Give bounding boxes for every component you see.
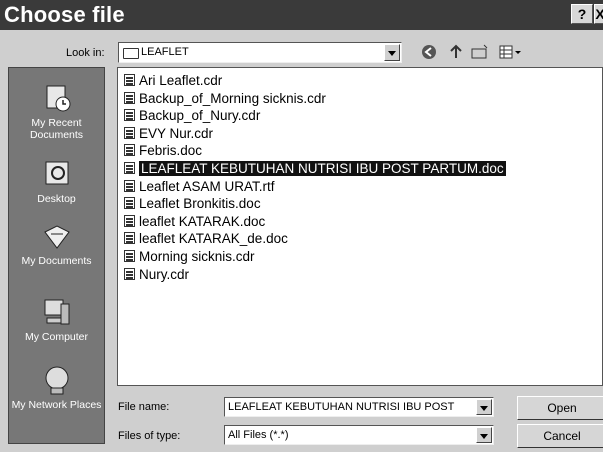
file-name-text: Febris.doc: [139, 143, 203, 159]
file-icon: [124, 91, 135, 104]
title-bar: Choose file ? X: [0, 0, 603, 30]
dialog-title: Choose file: [4, 2, 125, 27]
file-list-item[interactable]: LEAFLEAT KEBUTUHAN NUTRISI IBU POST PART…: [124, 160, 506, 177]
file-name-text: LEAFLEAT KEBUTUHAN NUTRISI IBU POST PART…: [139, 161, 506, 176]
close-button[interactable]: X: [594, 4, 603, 24]
file-list-item[interactable]: Leaflet Bronkitis.doc: [124, 195, 261, 212]
file-list-item[interactable]: leaflet KATARAK_de.doc: [124, 230, 288, 247]
file-type-dropdown-button[interactable]: [476, 427, 492, 443]
look-in-dropdown-button[interactable]: [384, 44, 400, 61]
file-list-item[interactable]: Morning sicknis.cdr: [124, 248, 255, 265]
file-list-item[interactable]: Nury.cdr: [124, 266, 189, 283]
file-list-item[interactable]: Leaflet ASAM URAT.rtf: [124, 178, 275, 195]
file-icon: [124, 267, 135, 280]
file-icon: [124, 250, 135, 262]
file-type-dropdown[interactable]: All Files (*.*): [224, 425, 494, 445]
desktop-icon: [41, 158, 73, 190]
network-places-icon: [41, 364, 73, 396]
file-icon: [124, 109, 135, 122]
file-name-text: Backup_of_Nury.cdr: [139, 108, 261, 124]
file-list-item[interactable]: Backup_of_Morning sicknis.cdr: [124, 90, 326, 107]
file-icon: [124, 197, 135, 210]
file-type-value: All Files (*.*): [228, 429, 289, 441]
file-name-dropdown-button[interactable]: [476, 399, 492, 415]
file-name-text: Ari Leaflet.cdr: [139, 73, 223, 88]
look-in-value: LEAFLET: [141, 46, 189, 58]
file-name-text: Nury.cdr: [139, 266, 190, 282]
file-name-text: Backup_of_Morning sicknis.cdr: [139, 90, 326, 106]
folder-icon: [123, 48, 139, 59]
file-list-item[interactable]: Ari Leaflet.cdr: [124, 72, 222, 89]
file-icon: [124, 232, 135, 245]
file-list-item[interactable]: Backup_of_Nury.cdr: [124, 107, 260, 124]
place-my-computer[interactable]: My Computer: [9, 296, 104, 343]
file-icon: [124, 179, 135, 192]
file-name-value: LEAFLEAT KEBUTUHAN NUTRISI IBU POST: [228, 401, 455, 413]
view-menu-icon[interactable]: [498, 43, 524, 61]
place-my-documents[interactable]: My Documents: [9, 220, 104, 267]
file-name-text: Morning sicknis.cdr: [139, 249, 255, 264]
cancel-button[interactable]: Cancel: [517, 424, 603, 448]
my-documents-icon: [41, 220, 73, 252]
file-icon: [124, 214, 135, 227]
file-list[interactable]: Ari Leaflet.cdr Backup_of_Morning sicknis…: [117, 67, 603, 386]
look-in-dropdown[interactable]: LEAFLET: [118, 42, 402, 63]
file-name-text: EVY Nur.cdr: [139, 125, 214, 141]
look-in-label: Look in:: [66, 47, 105, 59]
help-button[interactable]: ?: [571, 4, 593, 24]
file-name-field[interactable]: LEAFLEAT KEBUTUHAN NUTRISI IBU POST: [224, 397, 494, 417]
choose-file-dialog: Choose file ? X Look in: LEAFLET My Rece…: [0, 0, 603, 452]
recent-documents-icon: [41, 82, 73, 114]
file-icon: [124, 126, 135, 139]
place-my-network-places[interactable]: My Network Places: [9, 364, 104, 411]
file-list-item[interactable]: EVY Nur.cdr: [124, 125, 213, 142]
my-computer-icon: [41, 296, 73, 328]
file-name-text: Leaflet ASAM URAT.rtf: [139, 178, 275, 194]
file-icon: [124, 144, 135, 157]
new-folder-icon[interactable]: [470, 43, 488, 61]
file-list-item[interactable]: Febris.doc: [124, 142, 202, 159]
place-desktop[interactable]: Desktop: [9, 158, 104, 205]
file-icon: [124, 162, 135, 174]
open-button[interactable]: Open: [517, 396, 603, 420]
file-name-text: leaflet KATARAK.doc: [139, 213, 266, 229]
places-bar: My Recent Documents Desktop My Documents…: [8, 67, 105, 444]
file-name-label: File name:: [118, 401, 170, 413]
file-name-text: Leaflet Bronkitis.doc: [139, 196, 261, 212]
file-icon: [124, 74, 135, 86]
file-list-item[interactable]: leaflet KATARAK.doc: [124, 213, 265, 230]
back-icon[interactable]: [420, 43, 438, 61]
place-recent-documents[interactable]: My Recent Documents: [9, 82, 104, 141]
up-folder-icon[interactable]: [447, 43, 465, 61]
file-name-text: leaflet KATARAK_de.doc: [139, 231, 288, 247]
file-type-label: Files of type:: [118, 430, 181, 442]
